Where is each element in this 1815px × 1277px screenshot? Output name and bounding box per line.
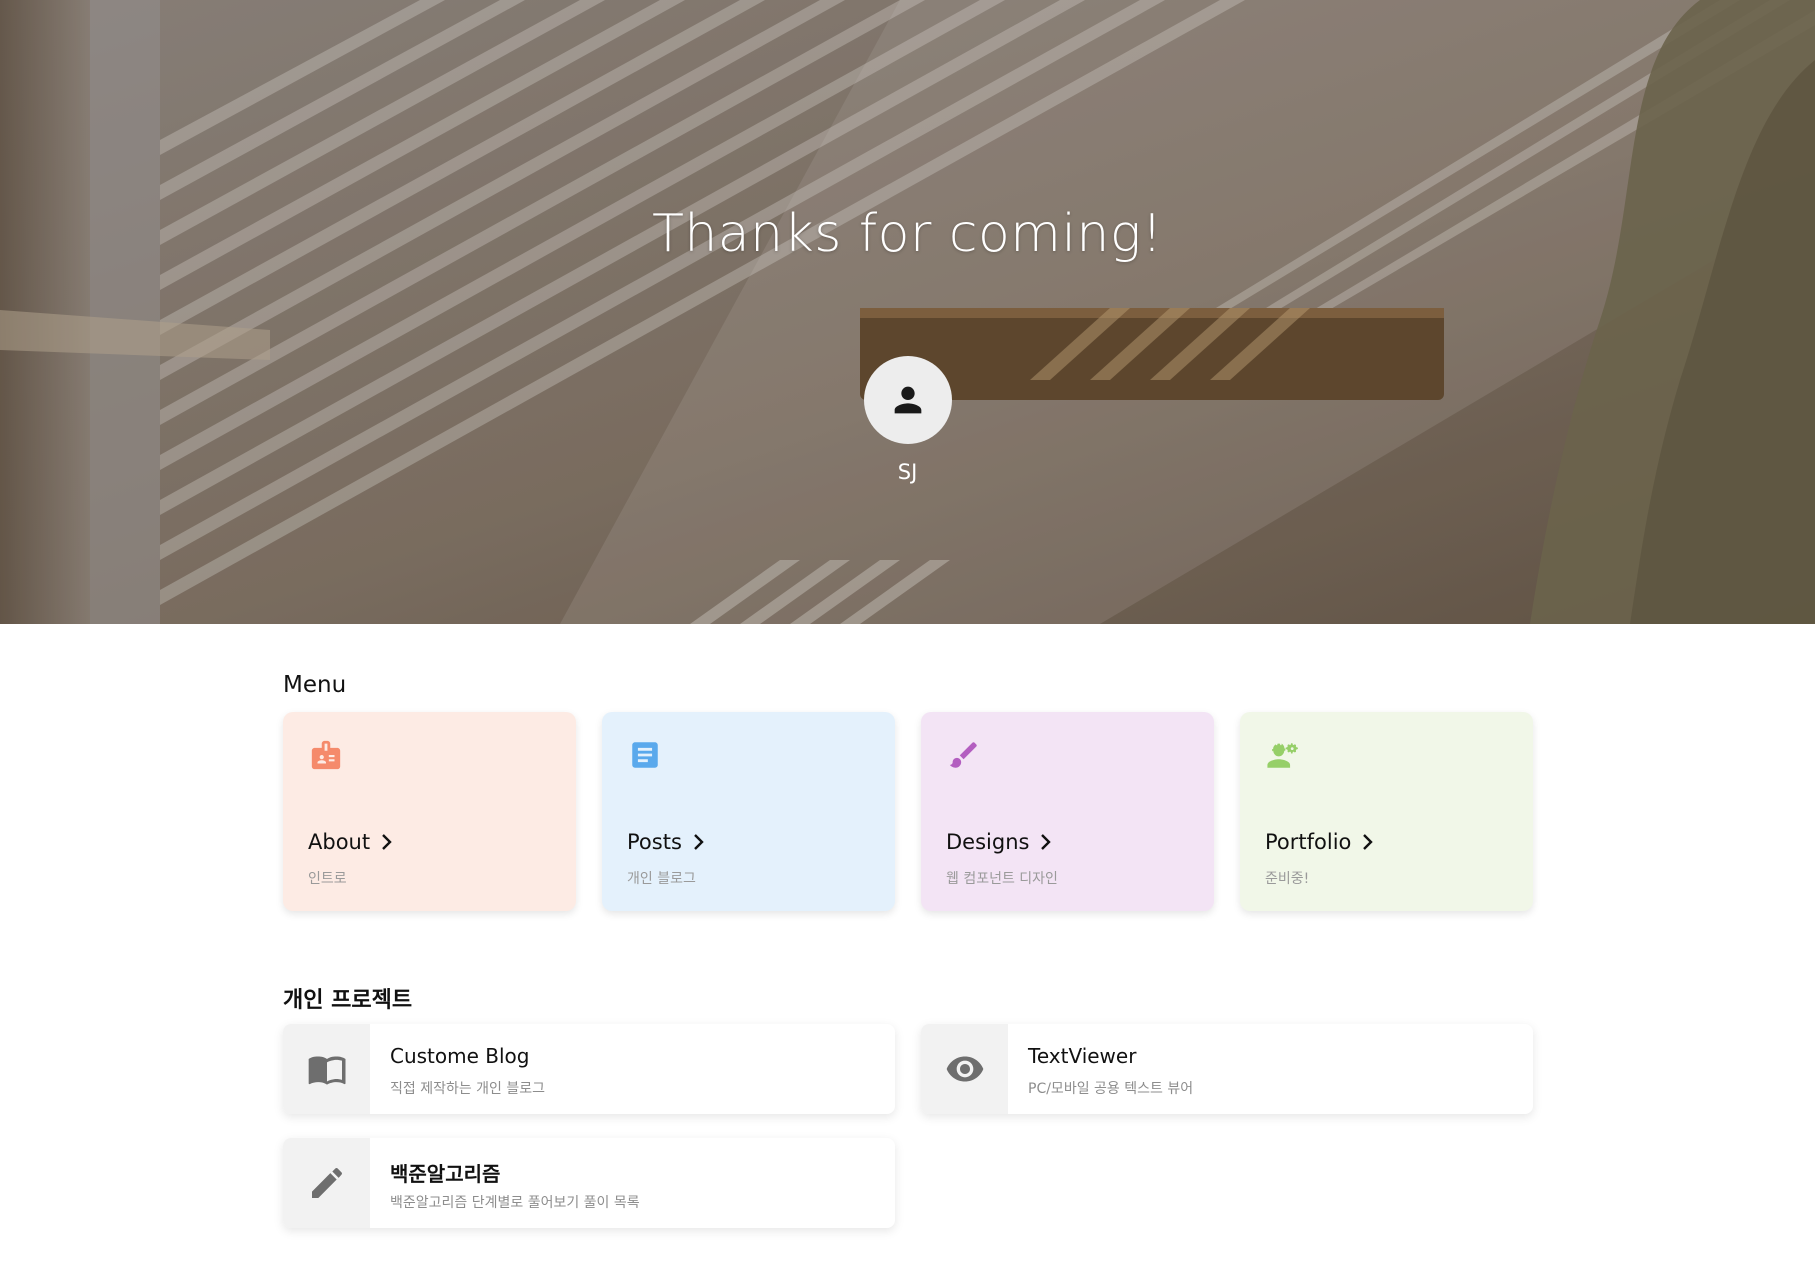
chevron-right-icon	[1041, 834, 1052, 850]
brush-icon	[949, 742, 977, 768]
menu-grid: About 인트로 Posts 개인 블로그 Designs 웹 컴포넌트 디자…	[283, 712, 1535, 912]
chevron-right-icon	[1363, 834, 1374, 850]
menu-card-posts[interactable]: Posts 개인 블로그	[602, 712, 895, 911]
menu-card-label: Designs	[946, 830, 1030, 854]
project-card-baekjoon[interactable]: 백준알고리즘 백준알고리즘 단계별로 풀어보기 풀이 목록	[283, 1138, 895, 1228]
project-card-custome-blog[interactable]: Custome Blog 직접 제작하는 개인 블로그	[283, 1024, 895, 1114]
person-icon	[894, 386, 922, 414]
menu-card-designs[interactable]: Designs 웹 컴포넌트 디자인	[921, 712, 1214, 911]
projects-grid: Custome Blog 직접 제작하는 개인 블로그 TextViewer P…	[283, 1024, 1535, 1234]
eye-icon	[946, 1056, 983, 1082]
project-subtitle: 직접 제작하는 개인 블로그	[390, 1081, 546, 1097]
menu-card-subtitle: 개인 블로그	[627, 871, 696, 887]
project-subtitle: PC/모바일 공용 텍스트 뷰어	[1028, 1081, 1194, 1097]
engineer-icon	[1267, 743, 1298, 768]
document-icon	[632, 742, 658, 768]
menu-card-label: Portfolio	[1265, 830, 1352, 854]
project-title: Custome Blog	[390, 1044, 530, 1068]
hero-title: Thanks for coming!	[652, 204, 1163, 264]
menu-card-label: About	[308, 830, 371, 854]
chevron-right-icon	[694, 834, 704, 850]
projects-section-title: 개인 프로젝트	[283, 988, 413, 1013]
menu-card-portfolio[interactable]: Portfolio 준비중!	[1240, 712, 1533, 911]
project-title: TextViewer	[1028, 1044, 1137, 1068]
pencil-icon	[311, 1168, 342, 1198]
menu-section-title: Menu	[283, 672, 347, 698]
project-subtitle: 백준알고리즘 단계별로 풀어보기 풀이 목록	[390, 1195, 640, 1211]
chevron-right-icon	[382, 834, 392, 850]
menu-card-about[interactable]: About 인트로	[283, 712, 576, 911]
user-name: SJ	[897, 460, 918, 484]
menu-card-subtitle: 웹 컴포넌트 디자인	[946, 871, 1058, 887]
menu-card-subtitle: 인트로	[308, 871, 347, 887]
book-icon	[308, 1056, 345, 1085]
id-badge-icon	[311, 740, 341, 770]
project-title: 백준알고리즘	[390, 1162, 501, 1186]
menu-card-subtitle: 준비중!	[1265, 871, 1310, 887]
hero-banner: Thanks for coming! SJ	[0, 0, 1815, 624]
project-card-textviewer[interactable]: TextViewer PC/모바일 공용 텍스트 뷰어	[921, 1024, 1533, 1114]
menu-card-label: Posts	[627, 830, 682, 854]
hero-background-image	[0, 0, 1815, 624]
avatar[interactable]	[864, 356, 952, 444]
